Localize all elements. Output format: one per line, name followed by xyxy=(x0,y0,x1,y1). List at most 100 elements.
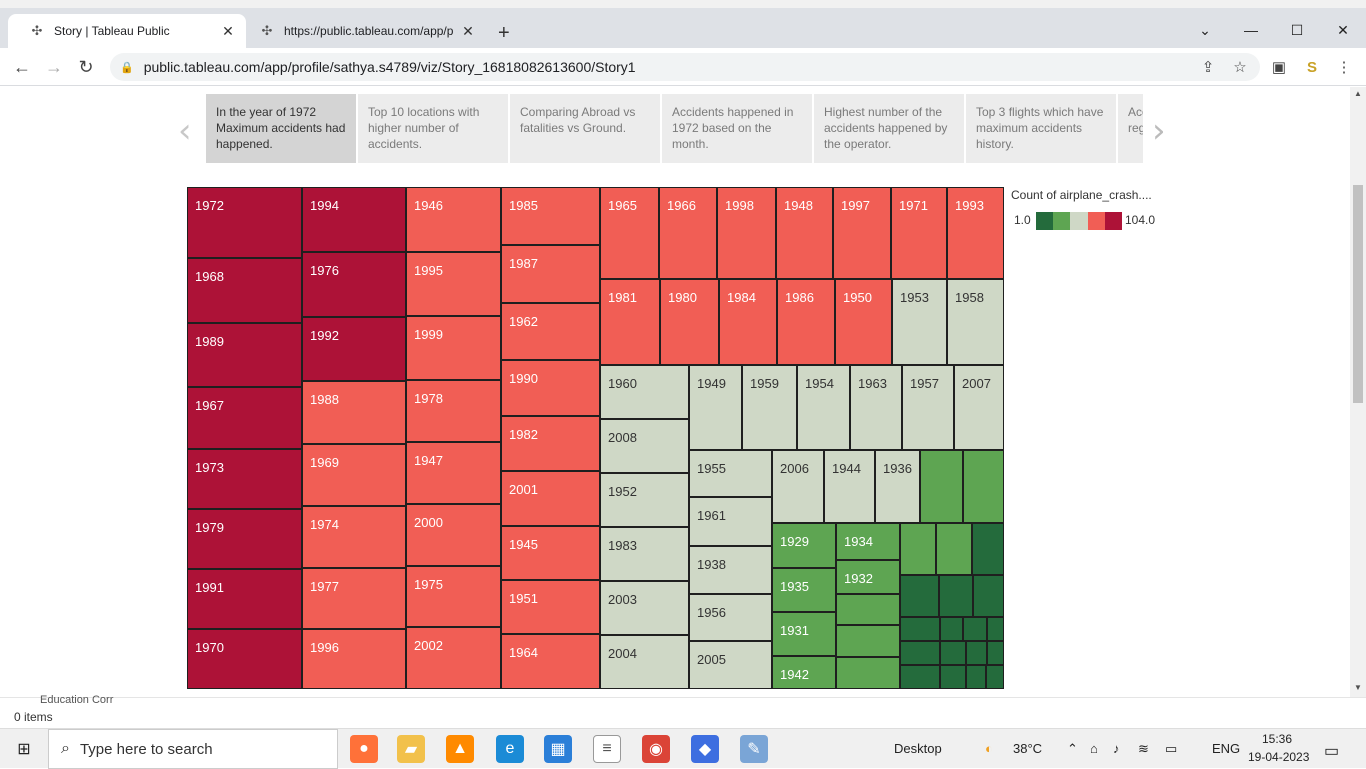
show-hidden-icon[interactable]: ⌃ xyxy=(1067,741,1078,757)
treemap-cell-2002[interactable]: 2002 xyxy=(406,627,501,689)
story-next-arrow[interactable]: › xyxy=(1152,111,1166,151)
side-panel-icon[interactable]: ▣ xyxy=(1268,57,1290,79)
treemap-cell-1929[interactable]: 1929 xyxy=(772,523,836,568)
story-point-6[interactable]: Top 3 flights which have maximum acciden… xyxy=(966,94,1116,163)
story-point-1[interactable]: In the year of 1972 Maximum accidents ha… xyxy=(206,94,356,163)
treemap-cell-2006[interactable]: 2006 xyxy=(772,450,824,523)
close-window-button[interactable]: ✕ xyxy=(1320,16,1366,44)
taskbar-search-box[interactable]: ⌕ Type here to search xyxy=(48,729,338,769)
treemap-cell-unlabeled[interactable] xyxy=(900,575,939,617)
bookmark-star-icon[interactable]: ☆ xyxy=(1229,57,1251,79)
reload-button[interactable]: ↻ xyxy=(74,56,98,78)
treemap-cell-unlabeled[interactable] xyxy=(939,575,973,617)
forward-button[interactable]: → xyxy=(42,56,66,78)
treemap-cell-1985[interactable]: 1985 xyxy=(501,187,600,245)
treemap-cell-1986[interactable]: 1986 xyxy=(777,279,835,365)
treemap-cell-1942[interactable]: 1942 xyxy=(772,656,836,689)
treemap-cell-1994[interactable]: 1994 xyxy=(302,187,406,252)
treemap-cell-1988[interactable]: 1988 xyxy=(302,381,406,444)
treemap-cell-1932[interactable]: 1932 xyxy=(836,560,900,594)
treemap-cell-2007[interactable]: 2007 xyxy=(954,365,1004,450)
treemap-cell-2000[interactable]: 2000 xyxy=(406,504,501,566)
treemap-cell-1998[interactable]: 1998 xyxy=(717,187,776,279)
treemap-cell-1979[interactable]: 1979 xyxy=(187,509,302,569)
scroll-up-icon[interactable]: ▲ xyxy=(1353,89,1363,98)
treemap-cell-1996[interactable]: 1996 xyxy=(302,629,406,689)
treemap-cell-1938[interactable]: 1938 xyxy=(689,546,772,594)
battery-icon[interactable]: ▭ xyxy=(1165,741,1177,757)
treemap-cell-unlabeled[interactable] xyxy=(936,523,972,575)
treemap-cell-1960[interactable]: 1960 xyxy=(600,365,689,419)
treemap-cell-1975[interactable]: 1975 xyxy=(406,566,501,627)
treemap-cell-1947[interactable]: 1947 xyxy=(406,442,501,504)
language-indicator[interactable]: ENG xyxy=(1212,741,1240,756)
treemap-cell-1953[interactable]: 1953 xyxy=(892,279,947,365)
treemap-cell-1959[interactable]: 1959 xyxy=(742,365,797,450)
treemap-cell-1997[interactable]: 1997 xyxy=(833,187,891,279)
story-point-7[interactable]: Acc reg xyxy=(1118,94,1143,163)
treemap-cell-1948[interactable]: 1948 xyxy=(776,187,833,279)
volume-icon[interactable]: ♪ xyxy=(1113,741,1120,756)
chrome-icon[interactable]: ◉ xyxy=(642,735,670,763)
treemap-cell-1980[interactable]: 1980 xyxy=(660,279,719,365)
treemap-cell-1992[interactable]: 1992 xyxy=(302,317,406,381)
treemap-cell-1969[interactable]: 1969 xyxy=(302,444,406,506)
tab-search-icon[interactable]: ⌄ xyxy=(1182,16,1228,44)
url-field[interactable]: 🔒 public.tableau.com/app/profile/sathya.… xyxy=(110,53,1260,81)
treemap-cell-1999[interactable]: 1999 xyxy=(406,316,501,380)
treemap-cell-unlabeled[interactable] xyxy=(900,665,940,689)
extension-icon[interactable]: S xyxy=(1301,57,1323,79)
treemap-cell-1984[interactable]: 1984 xyxy=(719,279,777,365)
treemap-cell-unlabeled[interactable] xyxy=(940,641,966,665)
treemap-cell-2004[interactable]: 2004 xyxy=(600,635,689,689)
treemap-cell-unlabeled[interactable] xyxy=(972,523,1004,575)
treemap-cell-1970[interactable]: 1970 xyxy=(187,629,302,689)
treemap-cell-1951[interactable]: 1951 xyxy=(501,580,600,634)
notepad-icon[interactable]: ≡ xyxy=(593,735,621,763)
clock-time[interactable]: 15:36 xyxy=(1262,732,1292,746)
treemap-cell-1955[interactable]: 1955 xyxy=(689,450,772,497)
treemap-cell-1964[interactable]: 1964 xyxy=(501,634,600,689)
treemap-cell-unlabeled[interactable] xyxy=(966,665,986,689)
story-prev-arrow[interactable]: ‹ xyxy=(178,111,192,151)
treemap-cell-unlabeled[interactable] xyxy=(973,575,1004,617)
tab-story-tableau[interactable]: ✣ Story | Tableau Public ✕ xyxy=(8,14,246,48)
vlc-icon[interactable]: ▲ xyxy=(446,735,474,763)
firefox-icon[interactable]: ● xyxy=(350,735,378,763)
clock-date[interactable]: 19-04-2023 xyxy=(1248,750,1309,764)
treemap-cell-1976[interactable]: 1976 xyxy=(302,252,406,317)
treemap-cell-unlabeled[interactable] xyxy=(963,450,1004,523)
treemap-cell-2001[interactable]: 2001 xyxy=(501,471,600,526)
scroll-thumb[interactable] xyxy=(1353,185,1363,403)
treemap-cell-1961[interactable]: 1961 xyxy=(689,497,772,546)
treemap-cell-unlabeled[interactable] xyxy=(986,665,1004,689)
paint-icon[interactable]: ✎ xyxy=(740,735,768,763)
treemap-cell-1957[interactable]: 1957 xyxy=(902,365,954,450)
tab-tableau-url[interactable]: ✣ https://public.tableau.com/app/p ✕ xyxy=(246,14,486,48)
treemap-cell-unlabeled[interactable] xyxy=(963,617,987,641)
treemap-cell-2005[interactable]: 2005 xyxy=(689,641,772,689)
treemap-cell-1971[interactable]: 1971 xyxy=(891,187,947,279)
treemap-cell-1945[interactable]: 1945 xyxy=(501,526,600,580)
page-scrollbar[interactable]: ▲ ▼ xyxy=(1350,87,1366,697)
close-icon[interactable]: ✕ xyxy=(218,23,238,40)
close-icon[interactable]: ✕ xyxy=(458,23,478,40)
treemap-cell-1965[interactable]: 1965 xyxy=(600,187,659,279)
treemap-cell-1995[interactable]: 1995 xyxy=(406,252,501,316)
maximize-button[interactable]: ☐ xyxy=(1274,16,1320,44)
treemap-cell-1982[interactable]: 1982 xyxy=(501,416,600,471)
windows-start-icon[interactable]: ⊞ xyxy=(10,735,38,763)
treemap-cell-1990[interactable]: 1990 xyxy=(501,360,600,416)
treemap-cell-unlabeled[interactable] xyxy=(987,617,1004,641)
treemap-cell-1950[interactable]: 1950 xyxy=(835,279,892,365)
treemap-cell-1963[interactable]: 1963 xyxy=(850,365,902,450)
treemap-cell-1987[interactable]: 1987 xyxy=(501,245,600,303)
edge-icon[interactable]: e xyxy=(496,735,524,763)
treemap-cell-1962[interactable]: 1962 xyxy=(501,303,600,360)
desktop-label[interactable]: Desktop xyxy=(894,741,942,756)
treemap-cell-unlabeled[interactable] xyxy=(940,617,963,641)
treemap-cell-1991[interactable]: 1991 xyxy=(187,569,302,629)
treemap-cell-1946[interactable]: 1946 xyxy=(406,187,501,252)
treemap-cell-1934[interactable]: 1934 xyxy=(836,523,900,560)
file-explorer-icon[interactable]: ▰ xyxy=(397,735,425,763)
